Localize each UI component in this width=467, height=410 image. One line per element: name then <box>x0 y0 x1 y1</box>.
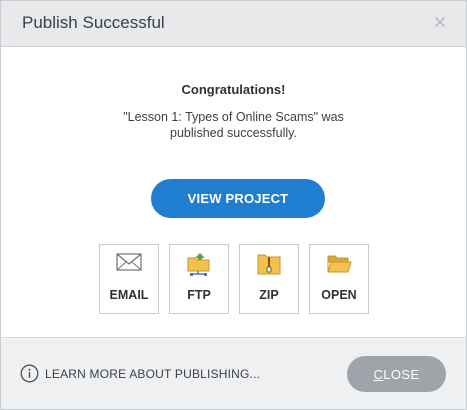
envelope-icon <box>100 251 158 277</box>
email-label: EMAIL <box>109 288 149 302</box>
open-tile[interactable]: OPEN <box>309 244 369 314</box>
ftp-label: FTP <box>187 288 211 302</box>
open-folder-icon <box>310 251 368 277</box>
learn-more-link[interactable]: LEARN MORE ABOUT PUBLISHING... <box>20 364 260 383</box>
dialog-title: Publish Successful <box>22 13 165 32</box>
close-button[interactable]: C LOSE <box>347 356 446 392</box>
publish-message: "Lesson 1: Types of Online Scams" was pu… <box>123 110 344 140</box>
close-icon[interactable] <box>432 14 448 30</box>
email-tile[interactable]: EMAIL <box>99 244 159 314</box>
publish-options: EMAIL FTP ZIP OPEN <box>99 244 369 314</box>
view-project-button[interactable]: VIEW PROJECT <box>151 179 325 218</box>
dialog-footer: LEARN MORE ABOUT PUBLISHING... C LOSE <box>1 337 466 409</box>
dialog-body: Congratulations! "Lesson 1: Types of Onl… <box>1 48 466 338</box>
congrats-heading: Congratulations! <box>181 82 286 97</box>
ftp-tile[interactable]: FTP <box>169 244 229 314</box>
zip-tile[interactable]: ZIP <box>239 244 299 314</box>
learn-more-label: LEARN MORE ABOUT PUBLISHING... <box>45 366 261 381</box>
title-bar: Publish Successful <box>1 1 466 47</box>
open-label: OPEN <box>321 288 357 302</box>
close-label: LOSE <box>383 366 420 382</box>
ftp-folder-icon <box>170 251 228 277</box>
info-icon <box>20 364 39 383</box>
publish-dialog: Publish Successful Congratulations! "Les… <box>0 0 467 410</box>
close-mnemonic: C <box>373 366 384 382</box>
zip-folder-icon <box>240 251 298 277</box>
zip-label: ZIP <box>259 288 279 302</box>
